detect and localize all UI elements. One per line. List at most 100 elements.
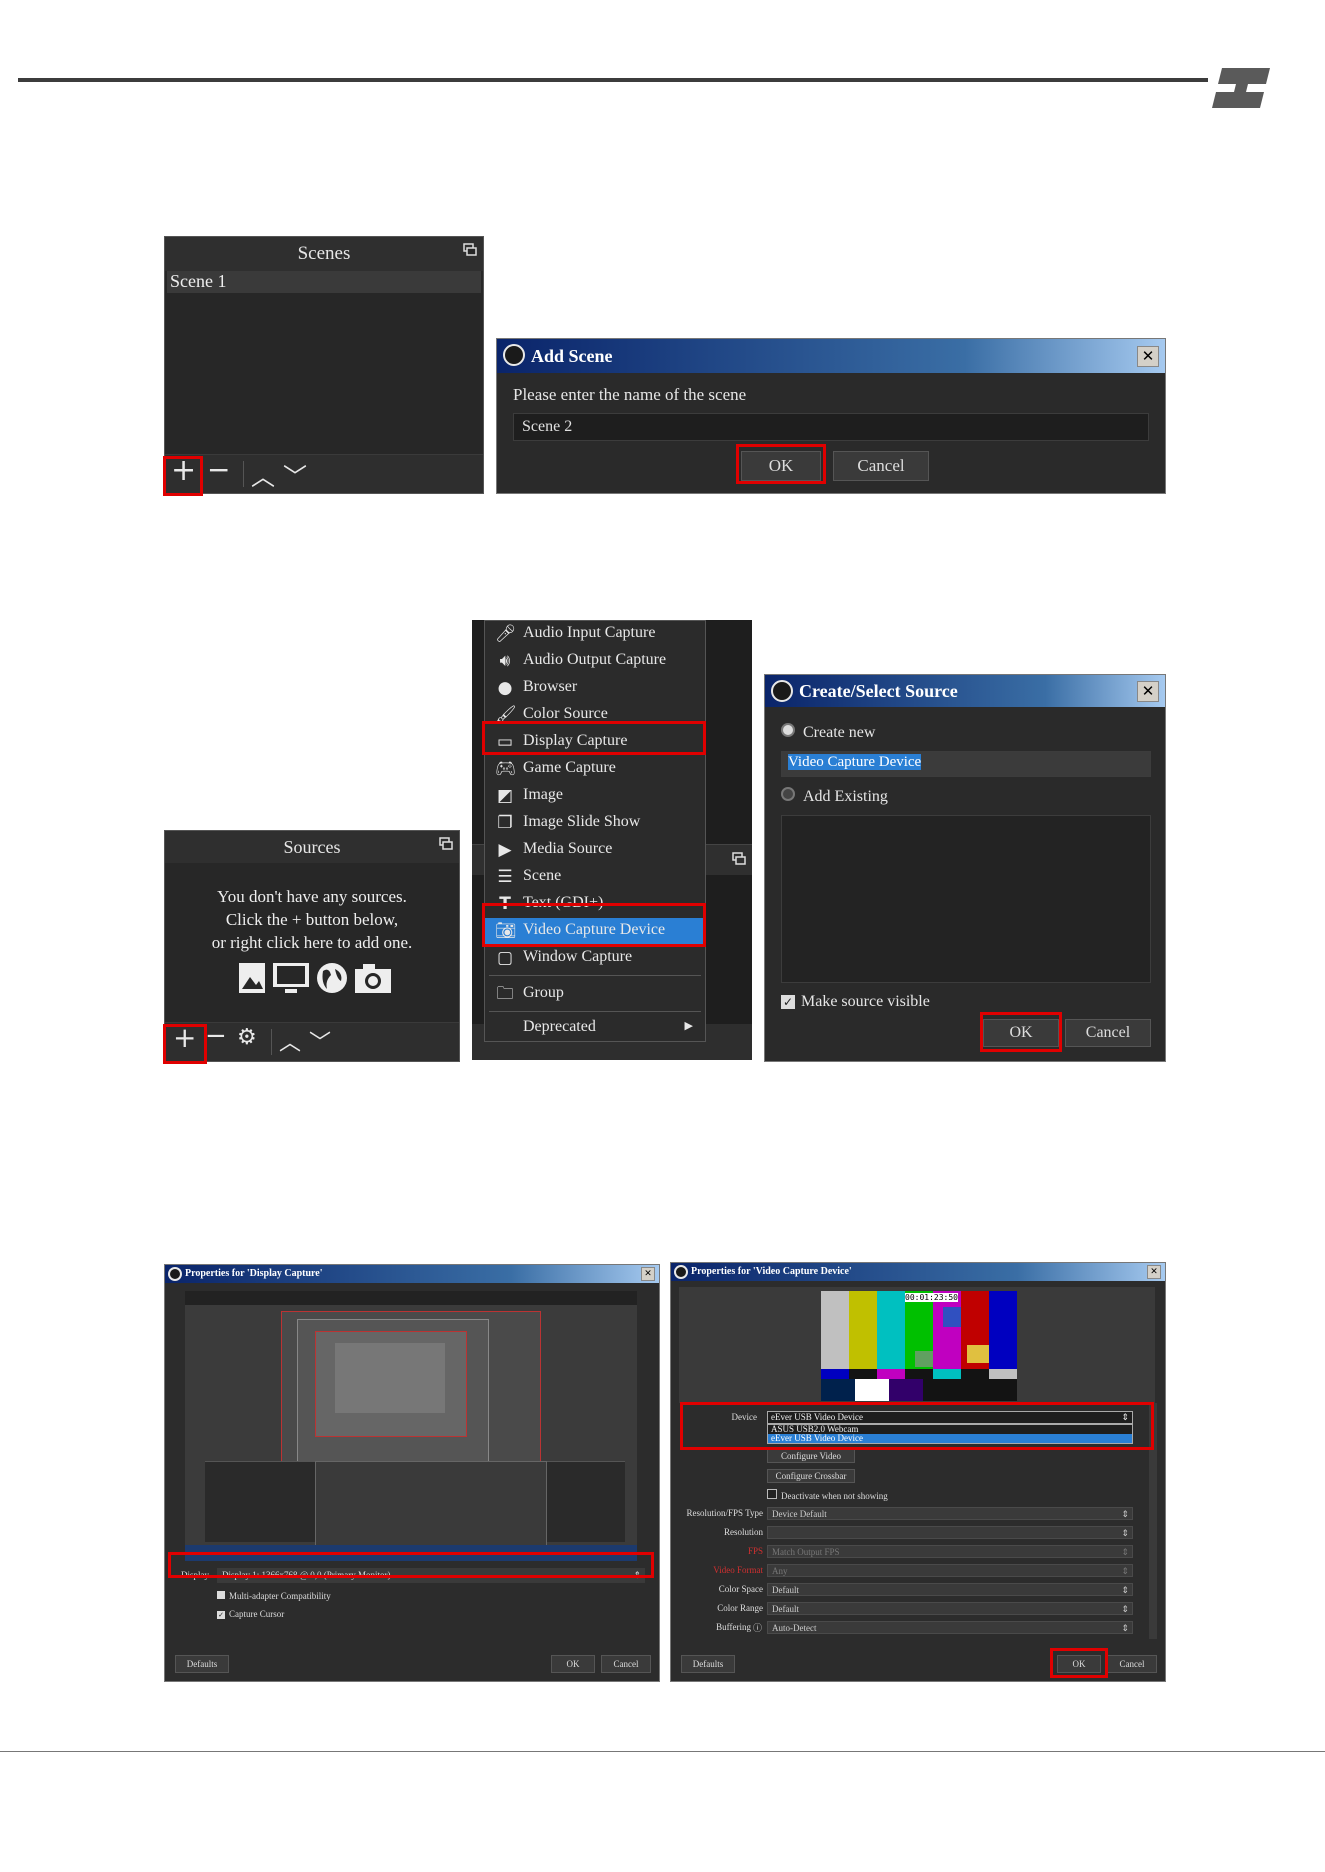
remove-source-icon[interactable]: − bbox=[205, 1021, 227, 1051]
close-icon[interactable]: ✕ bbox=[1137, 681, 1159, 702]
resolution-select[interactable]: ⇕ bbox=[767, 1526, 1133, 1539]
monitor-icon bbox=[273, 963, 309, 993]
menu-item-group[interactable]: 🗀 Group bbox=[485, 981, 705, 1007]
create-new-label: Create new bbox=[803, 724, 876, 741]
add-source-menu: 🎤︎ Audio Input Capture 🔊︎ Audio Output Cap… bbox=[484, 620, 706, 1042]
scenes-panel: Scenes Scene 1 + − ︿ ﹀ bbox=[164, 236, 484, 494]
scenes-panel-title: Scenes bbox=[165, 237, 483, 271]
source-name-input[interactable]: Video Capture Device bbox=[781, 751, 1151, 777]
menu-item-game-capture[interactable]: 🎮︎ Game Capture bbox=[485, 756, 705, 782]
create-select-source-dialog: Create/Select Source ✕ Create new Video … bbox=[764, 674, 1166, 1062]
checkbox-checked-icon: ✓ bbox=[217, 1611, 225, 1619]
move-up-icon[interactable]: ︿ bbox=[279, 1025, 301, 1057]
scene-name-input[interactable]: Scene 2 bbox=[513, 413, 1149, 441]
checkbox-unchecked-icon bbox=[217, 1591, 225, 1599]
add-existing-radio[interactable]: Add Existing bbox=[781, 787, 888, 806]
dialog-titlebar: Properties for 'Video Capture Device' ✕ bbox=[671, 1263, 1165, 1281]
create-new-radio[interactable]: Create new bbox=[781, 723, 875, 742]
dialog-title: Properties for 'Video Capture Device' bbox=[691, 1266, 852, 1277]
empty-sources-message[interactable]: You don't have any sources. Click the + … bbox=[165, 885, 459, 954]
cancel-button[interactable]: Cancel bbox=[1065, 1019, 1151, 1047]
defaults-button[interactable]: Defaults bbox=[681, 1655, 735, 1673]
configure-video-button[interactable]: Configure Video bbox=[767, 1449, 855, 1463]
play-icon: ▶ bbox=[498, 840, 512, 860]
menu-item-deprecated[interactable]: Deprecated ▶ bbox=[485, 1015, 705, 1041]
remove-scene-icon[interactable]: − bbox=[207, 453, 230, 486]
slideshow-icon: ❐ bbox=[497, 813, 513, 833]
undock-icon[interactable] bbox=[463, 243, 477, 257]
menu-item-image[interactable]: ◩ Image bbox=[485, 783, 705, 809]
move-down-icon[interactable]: ﹀ bbox=[283, 457, 307, 492]
dialog-titlebar: Properties for 'Display Capture' ✕ bbox=[165, 1265, 659, 1283]
scene-list-item[interactable]: Scene 1 bbox=[167, 271, 481, 293]
setting-row: Buffering ⓘ Auto-Detect ⇕ bbox=[671, 1621, 1167, 1635]
radio-checked-icon bbox=[781, 723, 795, 737]
checkbox-checked-icon: ✓ bbox=[781, 995, 795, 1009]
header-rule bbox=[18, 78, 1208, 82]
select-arrows-icon: ⇕ bbox=[1121, 1623, 1129, 1633]
existing-sources-list[interactable] bbox=[781, 815, 1151, 983]
video-format-select[interactable]: Any ⇕ bbox=[767, 1564, 1133, 1577]
close-icon[interactable]: ✕ bbox=[1147, 1265, 1161, 1279]
setting-row: Resolution/FPS Type Device Default ⇕ bbox=[671, 1507, 1167, 1521]
image-icon: ◩ bbox=[496, 786, 514, 806]
setting-row: Color Space Default ⇕ bbox=[671, 1583, 1167, 1597]
select-arrows-icon: ⇕ bbox=[1121, 1566, 1129, 1576]
cancel-button[interactable]: Cancel bbox=[1107, 1655, 1157, 1673]
source-type-icons bbox=[237, 961, 397, 995]
move-up-icon[interactable]: ︿ bbox=[251, 457, 275, 492]
select-arrows-icon: ⇕ bbox=[1121, 1604, 1129, 1614]
color-space-select[interactable]: Default ⇕ bbox=[767, 1583, 1133, 1596]
window-icon: ▢ bbox=[496, 948, 514, 968]
move-down-icon[interactable]: ﹀ bbox=[309, 1025, 331, 1057]
resolution-fps-type-select[interactable]: Device Default ⇕ bbox=[767, 1507, 1133, 1520]
defaults-button[interactable]: Defaults bbox=[175, 1655, 229, 1673]
make-visible-checkbox[interactable]: ✓ Make source visible bbox=[781, 993, 930, 1011]
color-range-select[interactable]: Default ⇕ bbox=[767, 1602, 1133, 1615]
menu-item-media-source[interactable]: ▶ Media Source bbox=[485, 837, 705, 863]
undock-icon[interactable] bbox=[732, 852, 746, 866]
display-capture-properties-dialog: Properties for 'Display Capture' ✕ Displ… bbox=[164, 1264, 660, 1682]
empty-line-3: or right click here to add one. bbox=[211, 933, 413, 952]
menu-item-audio-input[interactable]: 🎤︎ Audio Input Capture bbox=[485, 621, 705, 647]
cancel-button[interactable]: Cancel bbox=[833, 451, 929, 481]
dialog-title: Create/Select Source bbox=[799, 681, 958, 701]
add-scene-dialog: Add Scene ✕ Please enter the name of the… bbox=[496, 338, 1166, 494]
menu-item-browser[interactable]: ● Browser bbox=[485, 675, 705, 701]
close-icon[interactable]: ✕ bbox=[641, 1267, 655, 1281]
menu-item-scene[interactable]: ☰ Scene bbox=[485, 864, 705, 890]
setting-row: Video Format Any ⇕ bbox=[671, 1564, 1167, 1578]
video-capture-properties-dialog: Properties for 'Video Capture Device' ✕ bbox=[670, 1262, 1166, 1682]
menu-item-image-slide-show[interactable]: ❐ Image Slide Show bbox=[485, 810, 705, 836]
globe-icon bbox=[317, 963, 347, 993]
close-icon[interactable]: ✕ bbox=[1137, 346, 1159, 367]
menu-item-window-capture[interactable]: ▢ Window Capture bbox=[485, 945, 705, 971]
highlight-display-capture bbox=[482, 721, 706, 755]
multi-adapter-checkbox[interactable]: Multi-adapter Compatibility bbox=[217, 1591, 331, 1601]
make-visible-label: Make source visible bbox=[801, 993, 930, 1010]
fps-select[interactable]: Match Output FPS ⇕ bbox=[767, 1545, 1133, 1558]
add-existing-label: Add Existing bbox=[803, 788, 888, 805]
dialog-titlebar: Create/Select Source ✕ bbox=[765, 675, 1165, 707]
microphone-icon: 🎤︎ bbox=[495, 624, 517, 644]
configure-crossbar-button[interactable]: Configure Crossbar bbox=[767, 1469, 855, 1483]
menu-item-audio-output[interactable]: 🔊︎ Audio Output Capture bbox=[485, 648, 705, 674]
display-preview bbox=[185, 1291, 637, 1561]
undock-icon[interactable] bbox=[439, 837, 453, 851]
cancel-button[interactable]: Cancel bbox=[601, 1655, 651, 1673]
capture-cursor-checkbox[interactable]: ✓ Capture Cursor bbox=[217, 1609, 284, 1619]
select-arrows-icon: ⇕ bbox=[1121, 1547, 1129, 1557]
gear-icon[interactable]: ⚙ bbox=[237, 1025, 257, 1050]
setting-row: Resolution ⇕ bbox=[671, 1526, 1167, 1540]
buffering-select[interactable]: Auto-Detect ⇕ bbox=[767, 1621, 1133, 1634]
select-arrows-icon: ⇕ bbox=[1121, 1509, 1129, 1519]
help-icon[interactable]: ⓘ bbox=[753, 1621, 762, 1634]
submenu-arrow-icon: ▶ bbox=[684, 1020, 693, 1032]
globe-icon: ● bbox=[497, 678, 513, 698]
dialog-titlebar: Add Scene ✕ bbox=[497, 339, 1165, 373]
obs-logo-icon bbox=[771, 680, 793, 702]
ok-button[interactable]: OK bbox=[551, 1655, 595, 1673]
deactivate-checkbox[interactable]: Deactivate when not showing bbox=[767, 1489, 888, 1501]
highlight-ok-video-props bbox=[1050, 1648, 1108, 1678]
highlight-add-source bbox=[163, 1024, 207, 1064]
